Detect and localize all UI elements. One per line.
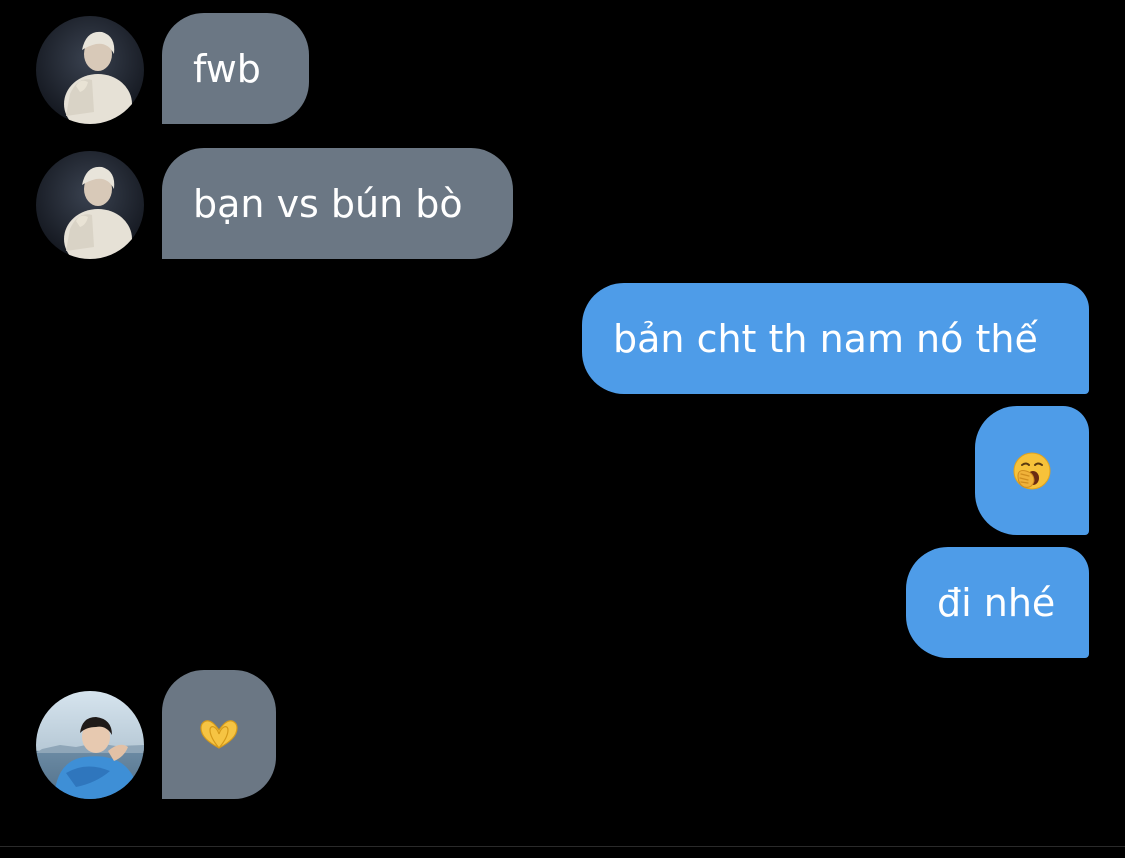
message-bubble-incoming[interactable]: bạn vs bún bò bbox=[162, 148, 513, 259]
message-bubble-outgoing[interactable] bbox=[975, 406, 1089, 535]
message-text: fwb bbox=[193, 46, 261, 91]
sender-avatar[interactable] bbox=[36, 151, 144, 259]
message-bubble-outgoing[interactable]: bản cht th nam nó thế bbox=[582, 283, 1089, 394]
message-text: bản cht th nam nó thế bbox=[613, 316, 1038, 361]
heart-hands-emoji bbox=[200, 719, 238, 749]
sender-avatar[interactable] bbox=[36, 691, 144, 799]
yawning-face-emoji bbox=[1013, 452, 1051, 489]
sender-avatar[interactable] bbox=[36, 16, 144, 124]
chat-thread[interactable]: fwb bạn vs bún bò bản cht th nam nó thế bbox=[0, 0, 1125, 847]
bottom-divider bbox=[0, 846, 1125, 847]
message-text: bạn vs bún bò bbox=[193, 181, 463, 226]
message-text: đi nhé bbox=[937, 580, 1056, 625]
message-bubble-incoming[interactable]: fwb bbox=[162, 13, 309, 124]
message-bubble-outgoing[interactable]: đi nhé bbox=[906, 547, 1089, 658]
message-bubble-incoming[interactable] bbox=[162, 670, 276, 799]
